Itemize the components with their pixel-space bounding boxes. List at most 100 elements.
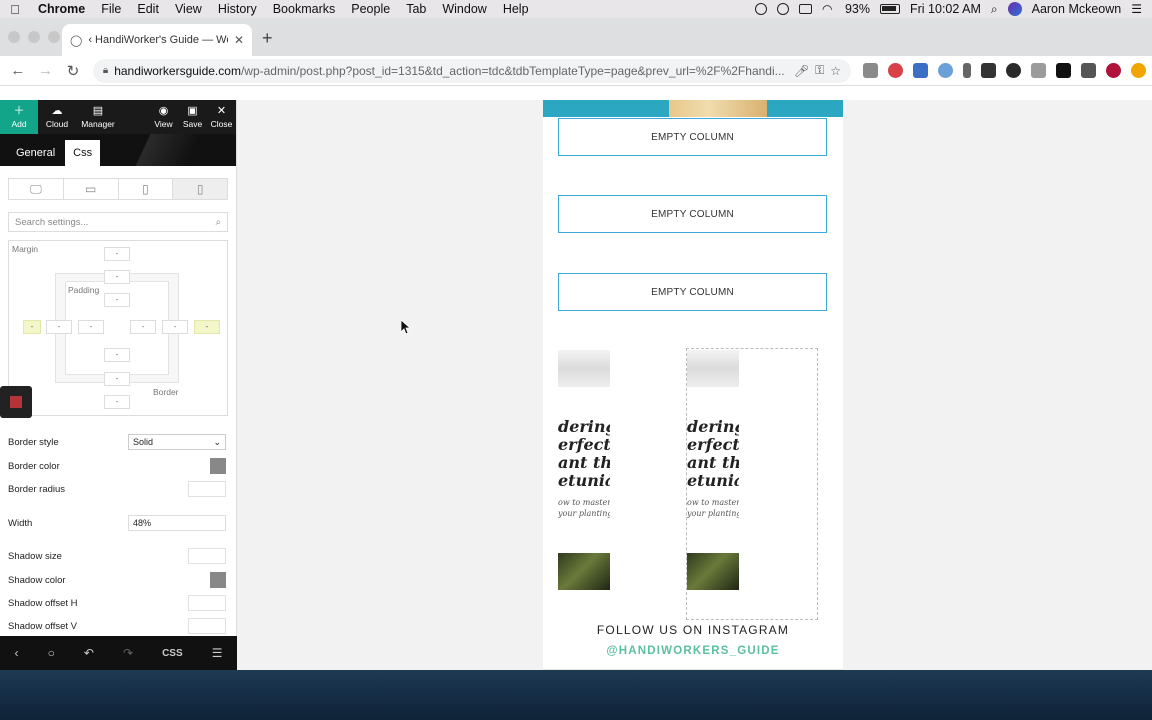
minimize-window-button[interactable]: [28, 31, 40, 43]
landscape-tablet-icon[interactable]: ▭: [64, 179, 119, 199]
margin-top-input[interactable]: -: [104, 247, 130, 261]
ig-post-2-bottom-image[interactable]: [687, 553, 739, 590]
extension-2-icon[interactable]: [888, 63, 904, 78]
shadow-size-input[interactable]: [188, 548, 226, 564]
close-tab-icon[interactable]: ✕: [234, 33, 244, 47]
zoom-window-button[interactable]: [48, 31, 60, 43]
menu-file[interactable]: File: [93, 2, 129, 16]
add-button[interactable]: ＋ Add: [0, 100, 38, 134]
width-input[interactable]: 48%: [128, 515, 226, 531]
padding-right-input[interactable]: -: [130, 320, 156, 334]
address-bar[interactable]: 🔒︎ handiworkersguide.com/wp-admin/post.p…: [92, 58, 852, 83]
view-button[interactable]: ◉ View: [149, 100, 178, 134]
menubar-clock[interactable]: Fri 10:02 AM: [910, 2, 981, 16]
portrait-tablet-icon[interactable]: ▯: [119, 179, 174, 199]
border-style-select[interactable]: Solid ⌄: [128, 434, 226, 450]
cloud-button[interactable]: ☁ Cloud: [38, 100, 76, 134]
empty-column-2[interactable]: EMPTY COLUMN: [558, 195, 827, 233]
list-icon[interactable]: ☰: [212, 646, 223, 660]
wifi-icon[interactable]: ◠: [822, 2, 835, 16]
extension-1-icon[interactable]: [863, 63, 879, 78]
ig-post-2-top-image[interactable]: [687, 350, 739, 387]
menubar-user[interactable]: Aaron Mckeown: [1032, 2, 1122, 16]
undo-icon[interactable]: ↶: [84, 646, 94, 660]
menu-edit[interactable]: Edit: [129, 2, 167, 16]
ig-post-1-sub-2: your planting: [558, 509, 610, 518]
padding-top-input[interactable]: -: [104, 293, 130, 307]
border-top-input[interactable]: -: [104, 270, 130, 284]
browser-tab[interactable]: ◯ ‹ HandiWorker's Guide — Word ✕: [62, 24, 252, 56]
phone-device-icon[interactable]: ▯: [173, 179, 227, 199]
extension-4-icon[interactable]: [938, 63, 954, 78]
search-settings-input[interactable]: Search settings... ⌕: [8, 212, 228, 232]
menu-help[interactable]: Help: [495, 2, 537, 16]
menu-bookmarks[interactable]: Bookmarks: [265, 2, 344, 16]
tab-css[interactable]: Css: [65, 140, 101, 166]
close-button[interactable]: ✕ Close: [207, 100, 236, 134]
empty-column-1[interactable]: EMPTY COLUMN: [558, 118, 827, 156]
instagram-handle-link[interactable]: @HANDIWORKERS_GUIDE: [543, 645, 843, 657]
margin-left-input[interactable]: -: [23, 320, 41, 334]
microphone-icon[interactable]: 🎤︎: [794, 64, 809, 78]
empty-column-3[interactable]: EMPTY COLUMN: [558, 273, 827, 311]
ig-post-1-top-image[interactable]: [558, 350, 610, 387]
new-tab-button[interactable]: +: [262, 28, 273, 49]
bookmark-star-icon[interactable]: ☆: [830, 64, 841, 78]
border-bottom-input[interactable]: -: [104, 372, 130, 386]
spotlight-search-icon[interactable]: ⌕: [991, 2, 998, 17]
control-center-icon[interactable]: ☰: [1131, 2, 1142, 16]
border-radius-input[interactable]: [188, 481, 226, 497]
menu-tab[interactable]: Tab: [398, 2, 434, 16]
creative-cloud-icon[interactable]: [754, 3, 767, 15]
border-left-input[interactable]: -: [46, 320, 72, 334]
page-scrollbar[interactable]: [1145, 100, 1152, 670]
shadow-color-swatch[interactable]: [210, 572, 226, 588]
margin-right-input[interactable]: -: [194, 320, 220, 334]
siri-icon[interactable]: [1007, 2, 1022, 16]
extensions-puzzle-icon[interactable]: [1081, 63, 1097, 78]
extension-3-icon[interactable]: [913, 63, 929, 78]
key-icon[interactable]: ⚿: [815, 63, 824, 78]
shadow-offset-v-input[interactable]: [188, 618, 226, 634]
url-text[interactable]: handiworkersguide.com/wp-admin/post.php?…: [114, 64, 788, 78]
back-icon[interactable]: ←: [6, 62, 30, 79]
home-circle-icon[interactable]: ○: [48, 646, 55, 660]
margin-bottom-input[interactable]: -: [104, 395, 130, 409]
css-button[interactable]: CSS: [162, 648, 183, 659]
padding-bottom-input[interactable]: -: [104, 348, 130, 362]
apple-icon[interactable]: : [0, 2, 30, 17]
extension-5-icon[interactable]: [963, 63, 972, 78]
menu-history[interactable]: History: [210, 2, 265, 16]
ig-post-1-bottom-image[interactable]: [558, 553, 610, 590]
floating-color-picker[interactable]: [0, 386, 32, 418]
eye-icon: ◉: [158, 104, 169, 117]
menu-view[interactable]: View: [167, 2, 210, 16]
checkmark-circle-icon[interactable]: [776, 3, 789, 15]
border-right-input[interactable]: -: [162, 320, 188, 334]
lock-icon[interactable]: 🔒︎: [103, 65, 108, 76]
forward-icon[interactable]: →: [34, 62, 58, 79]
border-color-swatch[interactable]: [210, 458, 226, 474]
menu-people[interactable]: People: [343, 2, 398, 16]
desktop-device-icon[interactable]: 🖵︎: [9, 179, 64, 199]
battery-icon[interactable]: [880, 4, 900, 14]
chevron-left-icon[interactable]: ‹: [15, 646, 19, 660]
tab-general[interactable]: General: [8, 140, 63, 166]
extension-8-icon[interactable]: [1056, 63, 1072, 78]
close-window-button[interactable]: [8, 31, 20, 43]
ig-post-1-sub-1: ow to master t: [558, 498, 610, 507]
airplay-icon[interactable]: [798, 4, 812, 14]
camera-extension-icon[interactable]: [1031, 63, 1047, 78]
padding-left-input[interactable]: -: [78, 320, 104, 334]
reload-icon[interactable]: ↻: [61, 62, 85, 80]
extension-6-icon[interactable]: [981, 63, 997, 78]
extension-7-icon[interactable]: [1006, 63, 1022, 78]
menu-window[interactable]: Window: [434, 2, 494, 16]
manager-button[interactable]: ▤ Manager: [76, 100, 120, 134]
redo-icon[interactable]: ↷: [123, 646, 133, 660]
menu-app-name[interactable]: Chrome: [30, 2, 93, 16]
profile-avatar-icon[interactable]: [1106, 63, 1122, 78]
shadow-offset-h-input[interactable]: [188, 595, 226, 611]
save-button[interactable]: ▣ Save: [178, 100, 207, 134]
update-alert-icon[interactable]: [1131, 63, 1147, 78]
